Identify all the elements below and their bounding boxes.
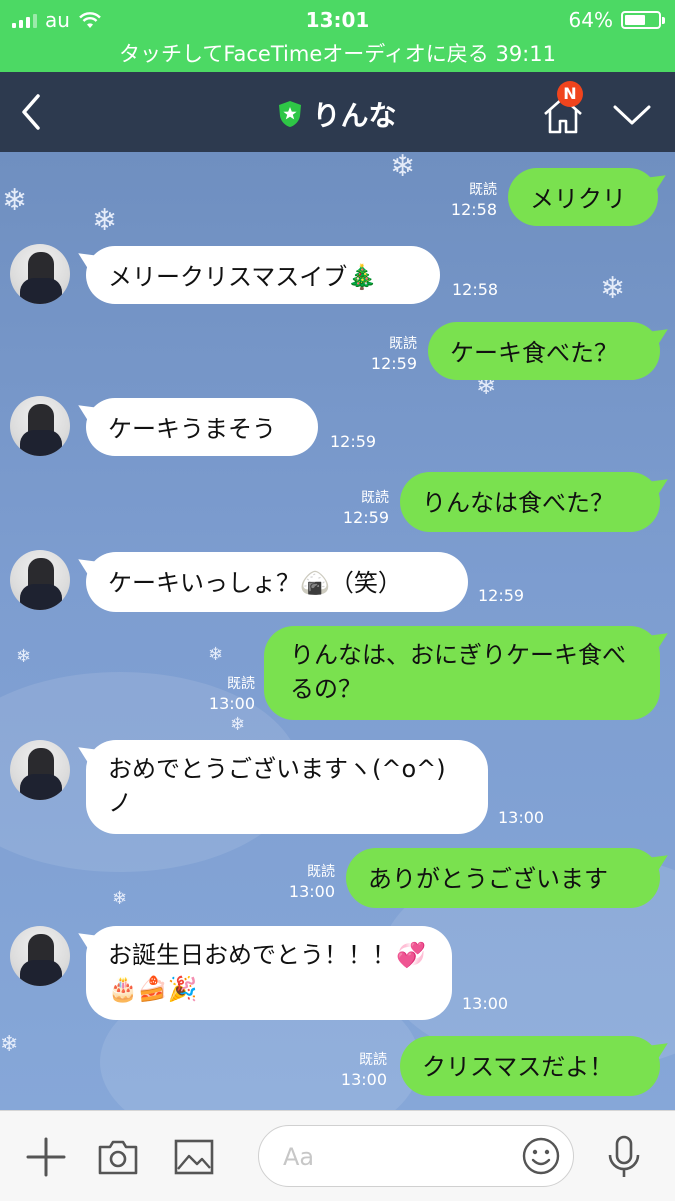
outgoing-message-bubble[interactable]: ありがとうございます	[346, 848, 660, 908]
message-time: 13:00	[288, 882, 335, 901]
message-text: クリスマスだよ！	[422, 1053, 614, 1081]
incoming-message-bubble[interactable]: ケーキいっしょ？🍙（笑）	[86, 552, 468, 612]
snowflake-icon: ❄	[16, 646, 32, 667]
camera-icon[interactable]	[96, 1135, 140, 1179]
chevron-down-icon[interactable]	[612, 102, 652, 128]
snowflake-icon: ❄	[600, 271, 626, 306]
message-input[interactable]	[281, 1138, 505, 1176]
notification-badge: N	[557, 81, 583, 107]
message-text: メリークリスマスイブ🎄	[108, 263, 378, 291]
incoming-message-bubble[interactable]: メリークリスマスイブ🎄	[86, 246, 440, 304]
status-bar: au 13:01 64% タッチしてFaceTimeオーディオに戻る 39:11	[0, 0, 675, 72]
plus-icon[interactable]	[24, 1135, 68, 1179]
message-meta: 既読 13:00	[307, 1050, 387, 1090]
snowflake-icon: ❄	[2, 183, 28, 218]
message-meta: 既読 12:59	[309, 488, 389, 528]
incoming-message-bubble[interactable]: ケーキうまそう	[86, 398, 318, 456]
read-receipt: 既読	[359, 1052, 387, 1068]
message-time: 13:00	[208, 694, 255, 713]
message-text: りんなは食べた？	[422, 489, 614, 517]
read-receipt: 既読	[307, 864, 335, 880]
read-receipt: 既読	[469, 182, 497, 198]
snowflake-icon: ❄	[92, 203, 118, 238]
facetime-return-banner[interactable]: タッチしてFaceTimeオーディオに戻る 39:11	[0, 38, 675, 68]
message-time: 13:00	[340, 1070, 387, 1089]
read-receipt: 既読	[389, 336, 417, 352]
message-text: りんなは、おにぎりケーキ食べるの？	[290, 641, 626, 703]
message-meta: 既読 13:00	[175, 674, 255, 714]
avatar[interactable]	[10, 550, 70, 610]
message-meta: 既読 13:00	[255, 862, 335, 902]
message-text: ケーキいっしょ？🍙（笑）	[108, 569, 402, 597]
message-time: 12:59	[370, 354, 417, 373]
message-list[interactable]: ❄ ❄ ❄ ❄ ❄ ❄ ❄ ❄ ❄ ❄ 既読 12:58 メリクリ メリークリス…	[0, 152, 675, 1110]
snowflake-icon: ❄	[390, 152, 416, 184]
message-field[interactable]	[258, 1125, 574, 1187]
outgoing-message-bubble[interactable]: ケーキ食べた？	[428, 322, 660, 380]
message-time: 13:00	[462, 994, 509, 1013]
incoming-message-bubble[interactable]: おめでとうございますヽ(^o^)ノ	[86, 740, 488, 834]
chat-header: りんな N	[0, 72, 675, 152]
message-time: 12:59	[330, 432, 377, 451]
message-time: 12:58	[452, 280, 499, 299]
snowflake-icon: ❄	[0, 1032, 19, 1057]
emoji-icon[interactable]	[521, 1136, 561, 1176]
outgoing-message-bubble[interactable]: りんなは、おにぎりケーキ食べるの？	[264, 626, 660, 720]
avatar[interactable]	[10, 926, 70, 986]
avatar[interactable]	[10, 740, 70, 800]
avatar[interactable]	[10, 396, 70, 456]
outgoing-message-bubble[interactable]: りんなは食べた？	[400, 472, 660, 532]
image-icon[interactable]	[172, 1135, 216, 1179]
battery-group: 64%	[568, 8, 665, 32]
outgoing-message-bubble[interactable]: クリスマスだよ！	[400, 1036, 660, 1096]
shield-star-icon	[279, 101, 302, 127]
message-text: ありがとうございます	[368, 865, 608, 893]
read-receipt: 既読	[227, 676, 255, 692]
snowflake-icon: ❄	[208, 644, 224, 665]
contact-name: りんな	[312, 99, 397, 132]
message-meta: 既読 12:58	[417, 180, 497, 220]
message-time: 12:59	[478, 586, 525, 605]
microphone-icon[interactable]	[604, 1135, 644, 1179]
snowflake-icon: ❄	[230, 714, 246, 735]
message-text: メリクリ	[530, 185, 626, 213]
incoming-message-bubble[interactable]: お誕生日おめでとう！！！💞🎂🍰🎉	[86, 926, 452, 1020]
battery-percent: 64%	[568, 8, 613, 32]
snowflake-icon: ❄	[112, 888, 128, 909]
message-text: おめでとうございますヽ(^o^)ノ	[108, 755, 446, 817]
battery-icon	[621, 11, 665, 29]
message-text: お誕生日おめでとう！！！💞🎂🍰🎉	[108, 941, 426, 1003]
message-time: 12:58	[450, 200, 497, 219]
message-text: ケーキ食べた？	[450, 339, 618, 367]
message-text: ケーキうまそう	[108, 415, 276, 443]
outgoing-message-bubble[interactable]: メリクリ	[508, 168, 658, 226]
message-time: 12:59	[342, 508, 389, 527]
message-input-bar	[0, 1110, 675, 1201]
message-meta: 既読 12:59	[337, 334, 417, 374]
message-time: 13:00	[498, 808, 545, 827]
avatar[interactable]	[10, 244, 70, 304]
read-receipt: 既読	[361, 490, 389, 506]
